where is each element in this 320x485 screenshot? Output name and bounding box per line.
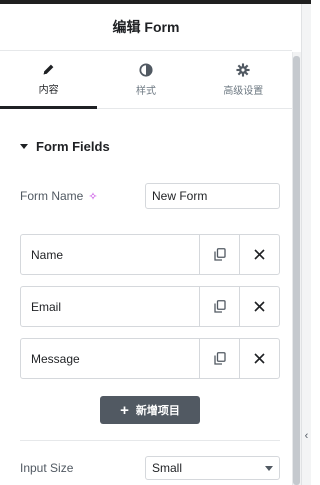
form-name-input[interactable] <box>145 183 280 209</box>
tab-advanced-label: 高级设置 <box>223 85 264 97</box>
duplicate-button[interactable] <box>199 235 239 274</box>
duplicate-button[interactable] <box>199 287 239 326</box>
copy-icon <box>213 300 226 313</box>
repeater-item[interactable]: Name <box>20 234 280 275</box>
remove-button[interactable] <box>239 339 279 378</box>
add-item-button[interactable]: + 新增项目 <box>100 396 200 424</box>
remove-button[interactable] <box>239 287 279 326</box>
copy-icon <box>213 352 226 365</box>
remove-button[interactable] <box>239 235 279 274</box>
tab-style-label: 样式 <box>135 85 156 97</box>
close-icon <box>254 353 265 364</box>
panel-header: 编辑 Form <box>0 4 292 51</box>
add-item-label: 新增项目 <box>135 405 180 417</box>
ai-sparkle-icon[interactable]: ✧ <box>88 190 97 203</box>
form-name-label: Form Name <box>20 189 84 203</box>
half-circle-icon <box>139 62 153 77</box>
pencil-icon <box>42 63 55 76</box>
input-size-select[interactable]: Small <box>145 456 280 480</box>
form-name-label-wrap: Form Name ✧ <box>20 189 98 203</box>
input-size-value: Small <box>152 461 183 475</box>
repeater-item[interactable]: Message <box>20 338 280 379</box>
close-icon <box>254 301 265 312</box>
section-toggle-form-fields[interactable]: Form Fields <box>20 139 110 154</box>
close-icon <box>254 249 265 260</box>
tab-bar: 内容 样式 高级设置 <box>0 51 292 109</box>
chevron-left-icon: ‹ <box>304 430 309 442</box>
divider <box>20 440 280 441</box>
gear-icon <box>236 62 250 77</box>
collapse-panel-button[interactable]: ‹ <box>302 427 311 445</box>
preview-edge <box>301 4 311 485</box>
tab-style[interactable]: 样式 <box>97 51 194 108</box>
duplicate-button[interactable] <box>199 339 239 378</box>
input-size-row: Input Size Small <box>20 456 280 480</box>
repeater-item[interactable]: Email <box>20 286 280 327</box>
caret-down-icon <box>20 144 28 149</box>
tab-content[interactable]: 内容 <box>0 51 98 109</box>
repeater-item-title[interactable]: Name <box>21 235 199 274</box>
repeater-item-title[interactable]: Email <box>21 287 199 326</box>
plus-icon: + <box>120 401 129 419</box>
input-size-label: Input Size <box>20 461 74 475</box>
tab-advanced[interactable]: 高级设置 <box>195 51 292 108</box>
chevron-down-icon <box>265 465 273 471</box>
section-title: Form Fields <box>36 139 110 154</box>
panel-title: 编辑 Form <box>112 19 180 35</box>
tab-content-label: 内容 <box>38 85 59 96</box>
scrollbar-thumb[interactable] <box>293 56 300 485</box>
copy-icon <box>213 248 226 261</box>
form-name-row: Form Name ✧ <box>20 183 280 209</box>
repeater-item-title[interactable]: Message <box>21 339 199 378</box>
